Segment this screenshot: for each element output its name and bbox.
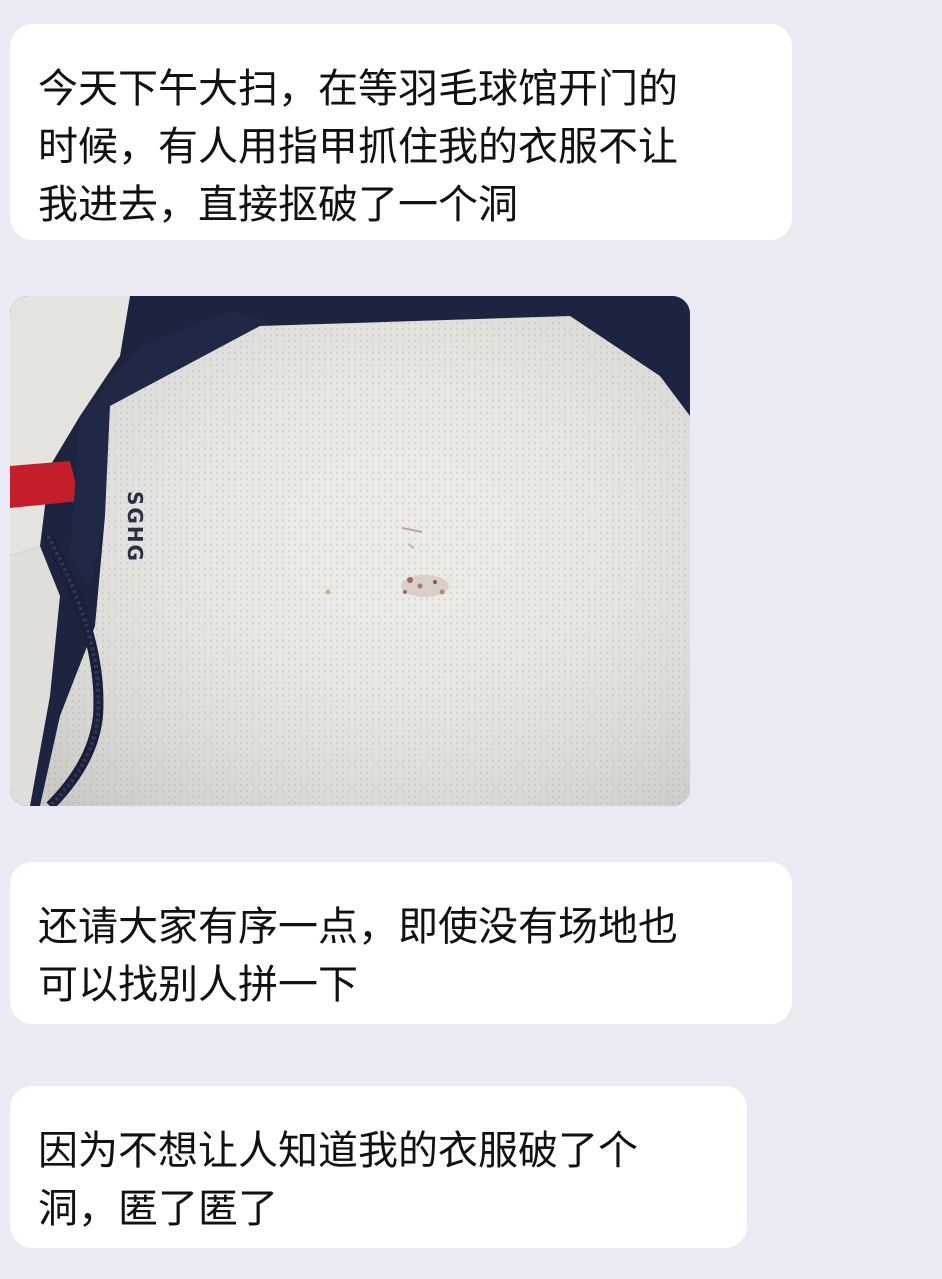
message-text: 还请大家有序一点，即使没有场地也 可以找别人拼一下 <box>38 904 678 1008</box>
message-text: 今天下午大扫，在等羽毛球馆开门的 时候，有人用指甲抓住我的衣服不让 我进去，直接… <box>38 66 678 228</box>
message-photo[interactable]: SGHG <box>10 296 690 806</box>
message-bubble-2[interactable]: 还请大家有序一点，即使没有场地也 可以找别人拼一下 <box>10 862 792 1024</box>
shirt-photo-image: SGHG <box>10 296 690 806</box>
shirt-logo-text: SGHG <box>123 491 147 563</box>
message-bubble-3[interactable]: 因为不想让人知道我的衣服破了个 洞，匿了匿了 <box>10 1086 747 1248</box>
message-text: 因为不想让人知道我的衣服破了个 洞，匿了匿了 <box>38 1128 638 1232</box>
message-bubble-1[interactable]: 今天下午大扫，在等羽毛球馆开门的 时候，有人用指甲抓住我的衣服不让 我进去，直接… <box>10 24 792 240</box>
